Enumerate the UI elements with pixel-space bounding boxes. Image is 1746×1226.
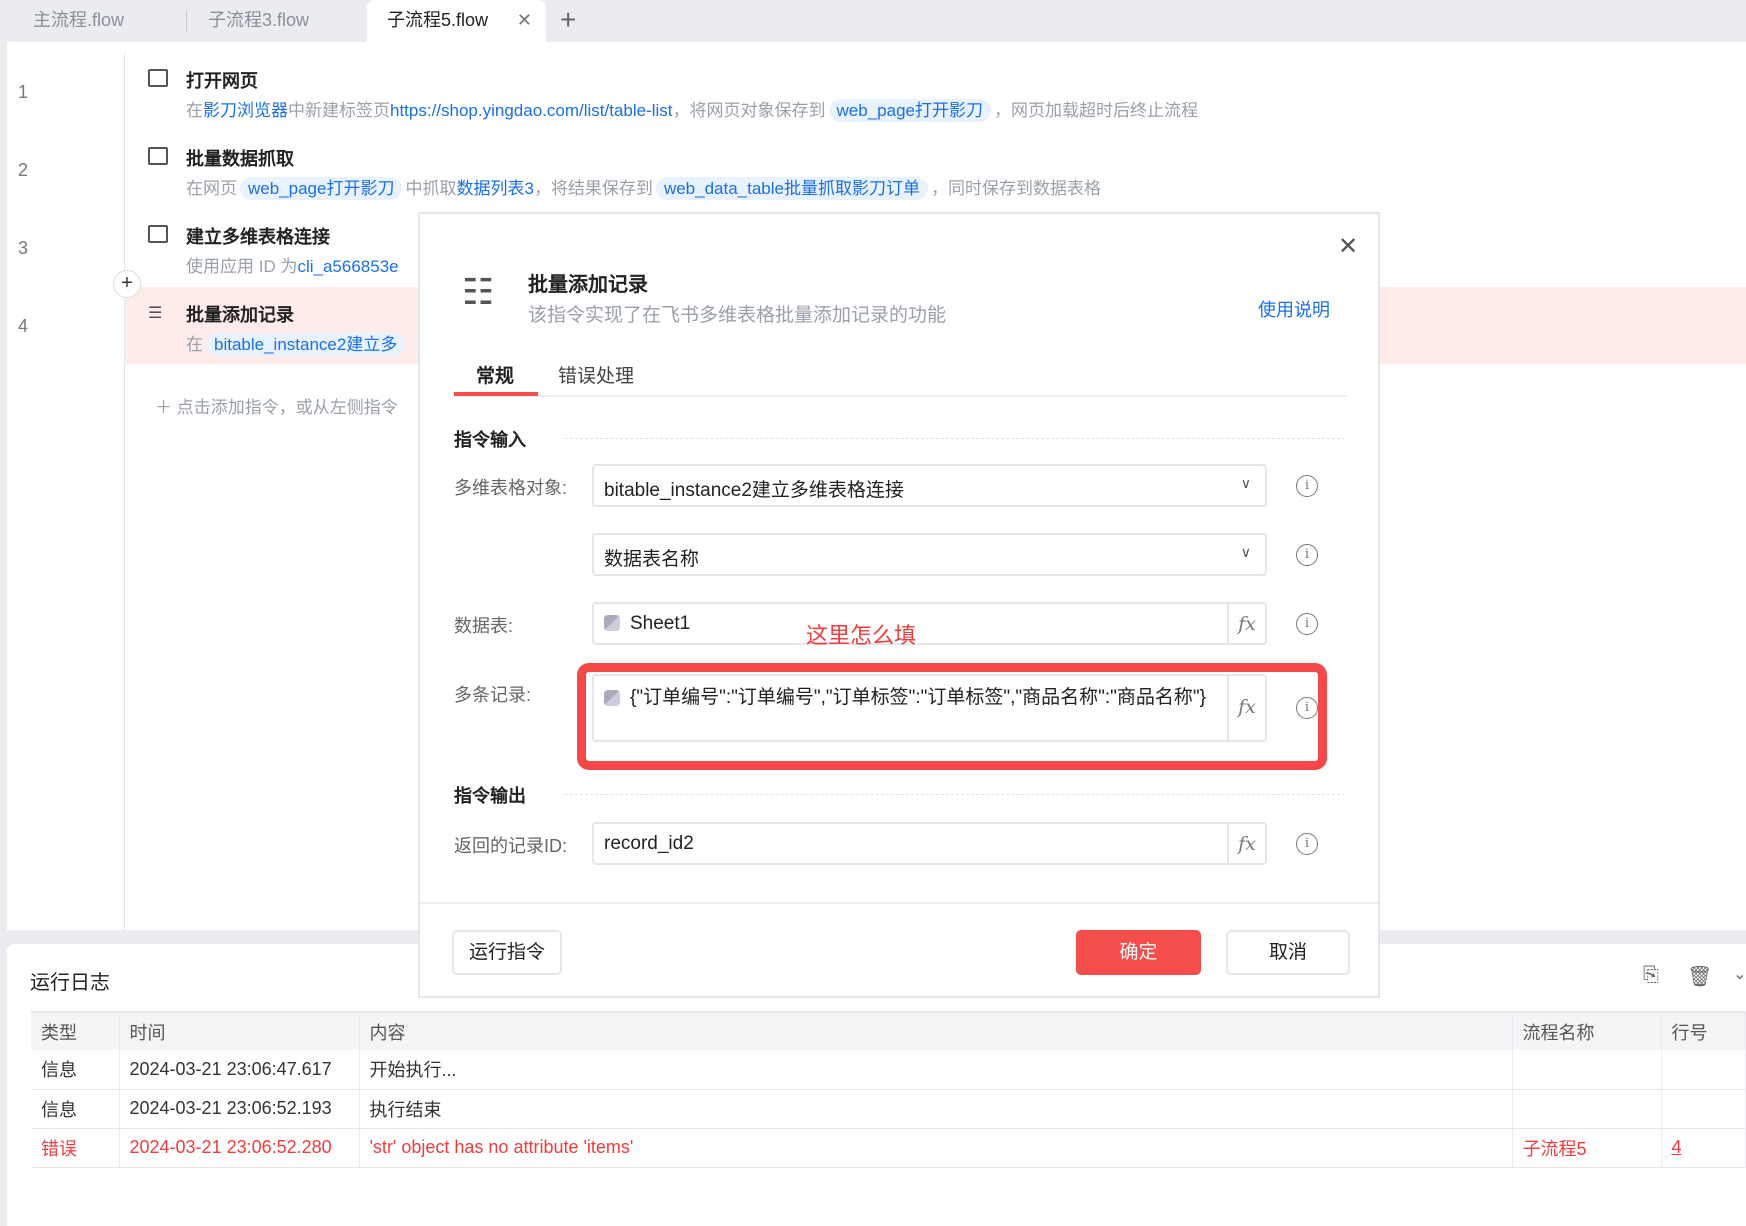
command-dialog: ✕ ☷ 批量添加记录 该指令实现了在飞书多维表格批量添加记录的功能 使用说明 常… bbox=[418, 212, 1380, 998]
log-table: 类型 时间 内容 流程名称 行号 信息 2024-03-21 23:06:47.6… bbox=[31, 1011, 1746, 1168]
chevron-down-icon: ∨ bbox=[1240, 475, 1251, 491]
tab-general[interactable]: 常规 bbox=[476, 361, 514, 388]
table-header: 类型 时间 内容 流程名称 行号 bbox=[31, 1011, 1746, 1050]
close-tab-icon[interactable]: ✕ bbox=[517, 0, 532, 40]
cell-content: 开始执行... bbox=[359, 1050, 1513, 1090]
active-tab-indicator bbox=[454, 392, 538, 396]
table-mode-select[interactable]: 数据表名称 ∨ bbox=[592, 533, 1267, 576]
info-icon[interactable]: i bbox=[1296, 833, 1318, 855]
records-label: 多条记录: bbox=[454, 685, 532, 705]
step-description: 在影刀浏览器中新建标签页https://shop.yingdao.com/lis… bbox=[186, 99, 1198, 122]
cell-flow[interactable]: 子流程5 bbox=[1512, 1128, 1662, 1168]
tab-main-flow[interactable]: 主流程.flow bbox=[33, 0, 124, 42]
export-icon[interactable]: ⎘ bbox=[1643, 964, 1659, 987]
tab-bar: 主流程.flow 子流程3.flow 子流程5.flow ✕ + bbox=[0, 0, 1746, 42]
cell-time: 2024-03-21 23:06:47.617 bbox=[119, 1050, 360, 1090]
help-link[interactable]: 使用说明 bbox=[1258, 296, 1330, 322]
chevron-down-icon: ∨ bbox=[1240, 544, 1251, 560]
dialog-subtitle: 该指令实现了在飞书多维表格批量添加记录的功能 bbox=[528, 305, 947, 326]
tab-subflow3[interactable]: 子流程3.flow bbox=[208, 0, 309, 42]
output-section-title: 指令输出 bbox=[454, 786, 526, 806]
line-number: 1 bbox=[18, 82, 29, 102]
log-title: 运行日志 bbox=[30, 972, 110, 994]
line-number: 4 bbox=[18, 316, 29, 336]
batch-add-icon: ☷ bbox=[462, 271, 495, 312]
cell-line bbox=[1661, 1050, 1746, 1090]
section-divider bbox=[565, 794, 1345, 795]
col-type: 类型 bbox=[31, 1011, 120, 1050]
step-description: 在 bitable_instance2建立多 bbox=[186, 330, 408, 356]
section-divider bbox=[565, 438, 1345, 439]
cell-content: 执行结束 bbox=[359, 1089, 1513, 1129]
tab-divider bbox=[186, 10, 187, 32]
input-section-title: 指令输入 bbox=[454, 430, 526, 450]
info-icon[interactable]: i bbox=[1296, 475, 1318, 497]
annotation-highlight-box bbox=[577, 663, 1327, 770]
line-number: 2 bbox=[18, 160, 29, 180]
cell-type: 信息 bbox=[31, 1050, 120, 1090]
col-flow: 流程名称 bbox=[1512, 1011, 1662, 1050]
cell-type: 错误 bbox=[31, 1128, 120, 1168]
fx-button[interactable]: fx bbox=[1227, 604, 1265, 643]
add-command-hint[interactable]: ＋ 点击添加指令，或从左侧指令 bbox=[155, 393, 398, 418]
table-row-error[interactable]: 错误 2024-03-21 23:06:52.280'str' object ha… bbox=[31, 1128, 1746, 1168]
bitable-label: 多维表格对象: bbox=[454, 478, 568, 498]
col-time: 时间 bbox=[119, 1011, 360, 1050]
step-title[interactable]: 批量添加记录 bbox=[186, 301, 294, 327]
table-input[interactable]: Sheet1 fx bbox=[592, 602, 1267, 645]
tab-label: 子流程5.flow bbox=[387, 10, 489, 30]
connection-icon bbox=[148, 225, 168, 243]
cell-time: 2024-03-21 23:06:52.280 bbox=[119, 1128, 360, 1168]
table-row[interactable]: 信息 2024-03-21 23:06:52.193 执行结束 bbox=[31, 1089, 1746, 1129]
table-label: 数据表: bbox=[454, 616, 514, 636]
gutter-divider bbox=[124, 52, 125, 930]
output-label: 返回的记录ID: bbox=[454, 836, 568, 856]
confirm-button[interactable]: 确定 bbox=[1076, 930, 1201, 975]
cell-content: 'str' object has no attribute 'items' bbox=[359, 1128, 1513, 1168]
step-title[interactable]: 批量数据抓取 bbox=[186, 145, 294, 171]
line-number: 3 bbox=[18, 238, 29, 258]
cancel-button[interactable]: 取消 bbox=[1226, 930, 1350, 975]
batch-add-icon: ☰ bbox=[148, 305, 163, 322]
cell-flow bbox=[1512, 1089, 1662, 1129]
tab-subflow5[interactable]: 子流程5.flow ✕ bbox=[367, 0, 546, 42]
insert-step-button[interactable]: + bbox=[113, 270, 141, 298]
dialog-title: 批量添加记录 bbox=[528, 274, 648, 296]
info-icon[interactable]: i bbox=[1296, 613, 1318, 635]
col-content: 内容 bbox=[359, 1011, 1513, 1050]
cell-type: 信息 bbox=[31, 1089, 120, 1129]
output-variable-input[interactable]: record_id2 fx bbox=[592, 822, 1267, 865]
cell-flow bbox=[1512, 1050, 1662, 1090]
tab-divider bbox=[454, 395, 1347, 397]
step-description: 使用应用 ID 为cli_a566853e bbox=[186, 257, 399, 276]
browser-icon bbox=[148, 69, 168, 87]
close-icon[interactable]: ✕ bbox=[1338, 232, 1358, 261]
python-icon bbox=[604, 615, 620, 631]
step-title[interactable]: 建立多维表格连接 bbox=[186, 223, 330, 249]
chevron-down-icon[interactable]: ⌄ bbox=[1733, 964, 1746, 984]
table-row[interactable]: 信息 2024-03-21 23:06:47.617 开始执行... bbox=[31, 1050, 1746, 1090]
tab-error-handling[interactable]: 错误处理 bbox=[558, 361, 634, 388]
cell-time: 2024-03-21 23:06:52.193 bbox=[119, 1089, 360, 1129]
info-icon[interactable]: i bbox=[1296, 544, 1318, 566]
run-command-button[interactable]: 运行指令 bbox=[452, 930, 562, 975]
fx-button[interactable]: fx bbox=[1227, 824, 1265, 863]
step-description: 在网页 web_page打开影刀 中抓取数据列表3，将结果保存到 web_data_t… bbox=[186, 177, 1101, 200]
footer-divider bbox=[420, 902, 1378, 904]
data-scrape-icon bbox=[148, 147, 168, 165]
plus-icon: ＋ bbox=[155, 398, 177, 417]
step-title[interactable]: 打开网页 bbox=[186, 67, 258, 93]
new-tab-button[interactable]: + bbox=[560, 0, 576, 42]
col-line: 行号 bbox=[1661, 1011, 1746, 1050]
bitable-select[interactable]: bitable_instance2建立多维表格连接 ∨ bbox=[592, 464, 1267, 507]
cell-line bbox=[1661, 1089, 1746, 1129]
cell-line-link[interactable]: 4 bbox=[1661, 1128, 1746, 1168]
trash-icon[interactable]: 🗑 bbox=[1687, 964, 1712, 989]
annotation-text: 这里怎么填 bbox=[806, 623, 917, 648]
